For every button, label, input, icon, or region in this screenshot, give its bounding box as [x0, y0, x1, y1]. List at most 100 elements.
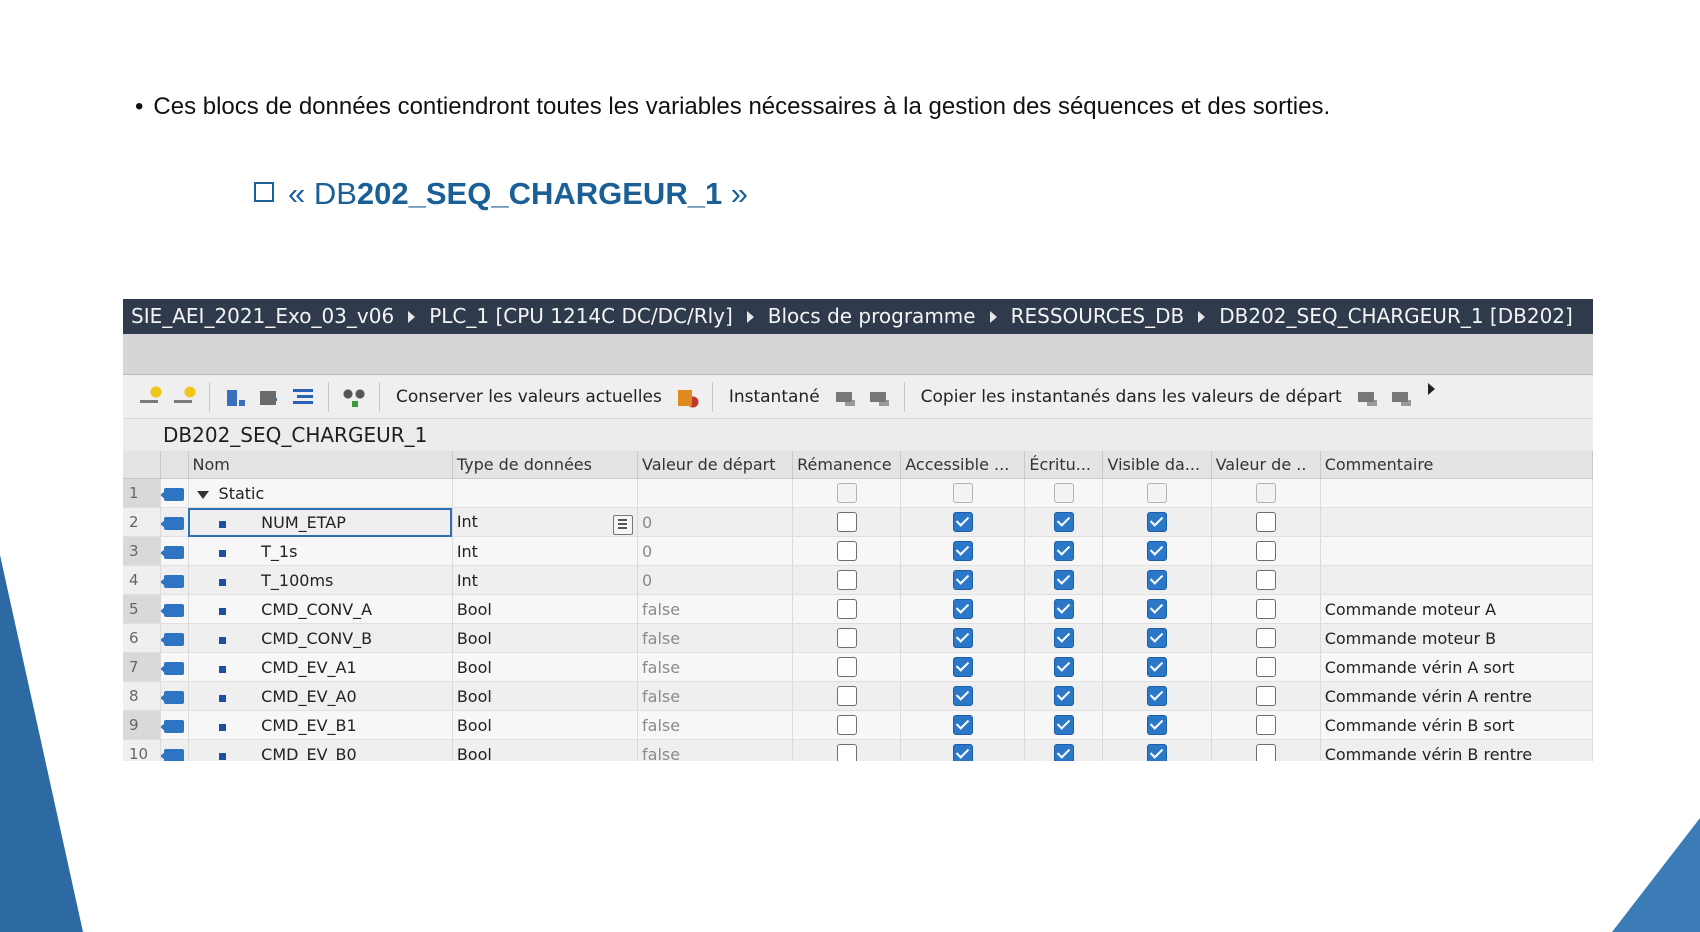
type-cell[interactable]: Bool: [452, 594, 639, 624]
writable-cell[interactable]: [1024, 681, 1104, 711]
retain-cell[interactable]: [792, 565, 902, 595]
setpoint-checkbox[interactable]: [1255, 715, 1276, 735]
visible-cell[interactable]: [1102, 507, 1212, 537]
accessible-checkbox[interactable]: [952, 512, 973, 532]
retain-cell[interactable]: [792, 536, 902, 566]
setpoint-cell[interactable]: [1211, 478, 1321, 508]
retain-cell[interactable]: [792, 710, 902, 740]
accessible-cell[interactable]: [900, 623, 1026, 653]
comment-cell[interactable]: Commande moteur A: [1320, 594, 1593, 624]
writable-cell[interactable]: [1024, 710, 1104, 740]
visible-checkbox[interactable]: [1147, 570, 1168, 590]
copy-snapshots-button[interactable]: Copier les instantanés dans les valeurs …: [921, 387, 1342, 407]
setpoint-cell[interactable]: [1211, 652, 1321, 682]
table-row[interactable]: 1 Static: [123, 478, 1593, 508]
comment-cell[interactable]: Commande vérin A rentre: [1320, 681, 1593, 711]
table-row[interactable]: 7 CMD_EV_A1 Bool false Commande vérin A …: [123, 652, 1593, 682]
setpoint-checkbox[interactable]: [1255, 628, 1276, 648]
retain-cell[interactable]: [792, 739, 902, 761]
start-value-cell[interactable]: 0: [637, 536, 794, 566]
visible-checkbox[interactable]: [1147, 686, 1168, 706]
keep-values-icon[interactable]: [674, 385, 699, 408]
retain-checkbox[interactable]: [836, 628, 857, 648]
start-value-cell[interactable]: false: [637, 623, 794, 653]
retain-cell[interactable]: [792, 594, 902, 624]
retain-cell[interactable]: [792, 478, 902, 508]
name-cell[interactable]: NUM_ETAP: [188, 507, 453, 537]
accessible-checkbox[interactable]: [952, 628, 973, 648]
visible-cell[interactable]: [1102, 739, 1212, 761]
type-cell[interactable]: Bool: [452, 623, 639, 653]
writable-checkbox[interactable]: [1053, 744, 1074, 761]
accessible-checkbox[interactable]: [952, 744, 973, 761]
accessible-checkbox[interactable]: [952, 570, 973, 590]
accessible-cell[interactable]: [900, 739, 1026, 761]
name-cell[interactable]: CMD_EV_B1: [188, 710, 453, 740]
list-view-icon[interactable]: [291, 385, 315, 408]
visible-cell[interactable]: [1102, 536, 1212, 566]
name-cell[interactable]: CMD_EV_B0: [188, 739, 453, 761]
setpoint-cell[interactable]: [1211, 536, 1321, 566]
accessible-cell[interactable]: [900, 507, 1026, 537]
writable-cell[interactable]: [1024, 565, 1104, 595]
accessible-cell[interactable]: [900, 681, 1026, 711]
comment-cell[interactable]: [1320, 507, 1593, 537]
comment-cell[interactable]: Commande vérin A sort: [1320, 652, 1593, 682]
visible-cell[interactable]: [1102, 681, 1212, 711]
comment-cell[interactable]: Commande moteur B: [1320, 623, 1593, 653]
visible-cell[interactable]: [1102, 594, 1212, 624]
setpoint-cell[interactable]: [1211, 507, 1321, 537]
visible-checkbox[interactable]: [1147, 744, 1168, 761]
header-comment[interactable]: Commentaire: [1320, 451, 1593, 479]
setpoint-checkbox[interactable]: [1255, 599, 1276, 619]
table-row[interactable]: 9 CMD_EV_B1 Bool false Commande vérin B …: [123, 710, 1593, 740]
table-row[interactable]: 4 T_100ms Int 0: [123, 565, 1593, 595]
comment-cell[interactable]: Commande vérin B rentre: [1320, 739, 1593, 761]
retain-cell[interactable]: [792, 652, 902, 682]
visible-checkbox[interactable]: [1147, 715, 1168, 735]
insert-row-icon[interactable]: [138, 385, 162, 408]
header-accessible[interactable]: Accessible ...: [900, 451, 1026, 479]
retain-cell[interactable]: [792, 681, 902, 711]
writable-checkbox[interactable]: [1053, 628, 1074, 648]
retain-checkbox[interactable]: [836, 744, 857, 761]
visible-checkbox[interactable]: [1147, 541, 1168, 561]
retain-checkbox[interactable]: [836, 512, 857, 532]
visible-cell[interactable]: [1102, 652, 1212, 682]
name-cell[interactable]: CMD_CONV_B: [188, 623, 453, 653]
setpoint-cell[interactable]: [1211, 594, 1321, 624]
type-picker-icon[interactable]: [613, 515, 633, 535]
type-cell[interactable]: [452, 478, 639, 508]
retain-checkbox[interactable]: [836, 483, 857, 503]
header-start-value[interactable]: Valeur de départ: [637, 451, 794, 479]
visible-cell[interactable]: [1102, 710, 1212, 740]
name-cell[interactable]: Static: [188, 478, 453, 508]
table-row[interactable]: 5 CMD_CONV_A Bool false Commande moteur …: [123, 594, 1593, 624]
visible-cell[interactable]: [1102, 565, 1212, 595]
writable-checkbox[interactable]: [1053, 512, 1074, 532]
type-cell[interactable]: Int: [452, 565, 639, 595]
breadcrumb-item[interactable]: Blocs de programme: [768, 299, 976, 334]
setpoint-cell[interactable]: [1211, 565, 1321, 595]
visible-checkbox[interactable]: [1147, 483, 1168, 503]
visible-cell[interactable]: [1102, 623, 1212, 653]
visible-checkbox[interactable]: [1147, 628, 1168, 648]
header-retain[interactable]: Rémanence: [792, 451, 902, 479]
setpoint-checkbox[interactable]: [1255, 483, 1276, 503]
visible-checkbox[interactable]: [1147, 657, 1168, 677]
retain-checkbox[interactable]: [836, 541, 857, 561]
copy-snapshot-icon[interactable]: [1354, 385, 1379, 408]
comment-cell[interactable]: [1320, 565, 1593, 595]
retain-cell[interactable]: [792, 623, 902, 653]
writable-checkbox[interactable]: [1053, 715, 1074, 735]
start-value-cell[interactable]: false: [637, 594, 794, 624]
accessible-checkbox[interactable]: [952, 657, 973, 677]
writable-cell[interactable]: [1024, 739, 1104, 761]
table-row[interactable]: 3 T_1s Int 0: [123, 536, 1593, 566]
table-row[interactable]: 2 NUM_ETAP Int 0: [123, 507, 1593, 537]
start-value-cell[interactable]: false: [637, 652, 794, 682]
visible-checkbox[interactable]: [1147, 599, 1168, 619]
setpoint-checkbox[interactable]: [1255, 541, 1276, 561]
expand-arrow-icon[interactable]: [196, 490, 209, 499]
breadcrumb-item[interactable]: DB202_SEQ_CHARGEUR_1 [DB202]: [1219, 299, 1573, 334]
